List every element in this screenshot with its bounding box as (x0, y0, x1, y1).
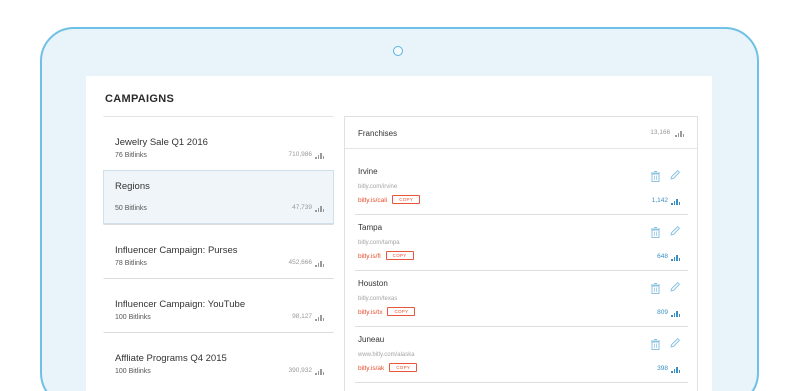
bar-chart-icon (671, 198, 681, 205)
bitlink-click-value: 648 (657, 253, 668, 260)
bar-chart-icon (675, 130, 685, 137)
campaign-click-count: 390,932 (289, 367, 326, 375)
bar-chart-icon (315, 368, 325, 375)
panel-title: Franchises (358, 129, 398, 138)
app-screen: CAMPAIGNS Jewelry Sale Q1 2016 76 Bitlink… (86, 76, 712, 391)
campaign-item[interactable]: Regions 50 Bitlinks 47,739 (103, 170, 334, 224)
bitlink-long-url: www.bitly.com/alaska (358, 352, 415, 358)
pencil-icon[interactable] (669, 168, 681, 186)
bitlink-long-url: bitly.com/texas (358, 296, 398, 302)
campaign-item[interactable]: Jewelry Sale Q1 2016 76 Bitlinks 710,986 (103, 116, 334, 170)
camera-icon (393, 46, 403, 56)
bitlink-short-url[interactable]: bitly.is/ak (358, 365, 384, 372)
panel-click-count: 13,166 (650, 129, 685, 137)
bitlink-title: Juneau (358, 335, 385, 344)
campaign-click-count: 98,127 (292, 313, 325, 321)
bar-chart-icon (315, 260, 325, 267)
bitlink-click-count: 809 (657, 309, 681, 317)
bitlink-short-url-row: bitly.is/fl COPY (358, 251, 414, 260)
trash-icon[interactable] (651, 169, 660, 187)
panel-click-value: 13,166 (650, 129, 671, 136)
bitlink-short-url-row: bitly.is/tx COPY (358, 307, 416, 316)
campaign-click-count: 47,739 (292, 204, 325, 212)
bitlink-short-url[interactable]: bitly.is/fl (358, 253, 381, 260)
campaign-bitlink-count: 76 Bitlinks (115, 152, 147, 159)
copy-button[interactable]: COPY (387, 307, 416, 316)
bitlink-click-value: 809 (657, 309, 668, 316)
bar-chart-icon (315, 152, 325, 159)
bitlink-click-value: 398 (657, 365, 668, 372)
campaign-bitlink-count: 50 Bitlinks (115, 205, 147, 212)
trash-icon[interactable] (651, 337, 660, 355)
bitlink-short-url-row: bitly.is/cali COPY (358, 195, 421, 204)
bitlink-click-count: 1,142 (652, 197, 681, 205)
bitlink-title: Houston (358, 279, 388, 288)
trash-icon[interactable] (651, 225, 660, 243)
campaign-bitlink-count: 78 Bitlinks (115, 260, 147, 267)
campaign-list: Jewelry Sale Q1 2016 76 Bitlinks 710,986 Re… (103, 116, 334, 386)
bitlink-item[interactable]: Irvine bitly.com/irvine bitly.is/cali COPY 1… (355, 159, 688, 215)
bar-chart-icon (671, 310, 681, 317)
campaign-click-value: 390,932 (288, 367, 313, 374)
pencil-icon[interactable] (669, 336, 681, 354)
bitlink-title: Irvine (358, 167, 378, 176)
page-title: CAMPAIGNS (105, 93, 175, 105)
trash-icon[interactable] (651, 281, 660, 299)
campaign-name: Regions (115, 181, 150, 192)
campaign-click-count: 452,666 (289, 259, 326, 267)
campaign-click-value: 47,739 (292, 204, 312, 211)
copy-button[interactable]: COPY (385, 251, 414, 260)
campaign-click-value: 98,127 (292, 313, 312, 320)
bar-chart-icon (315, 205, 325, 212)
bitlink-click-count: 648 (657, 253, 681, 261)
bitlink-item[interactable]: Juneau www.bitly.com/alaska bitly.is/ak COP… (355, 327, 688, 383)
bitlink-item[interactable]: Tampa bitly.com/tampa bitly.is/fl COPY 648 (355, 215, 688, 271)
bitlink-item[interactable]: Houston bitly.com/texas bitly.is/tx COPY 809 (355, 271, 688, 327)
pencil-icon[interactable] (669, 280, 681, 298)
bar-chart-icon (671, 366, 681, 373)
bitlink-title: Tampa (358, 223, 383, 232)
campaign-item[interactable]: Influencer Campaign: Purses 78 Bitlinks 45… (103, 224, 334, 278)
campaign-detail-panel: Franchises 13,166 Irvine bitly.com/irvine… (344, 116, 698, 391)
campaign-name: Affliate Programs Q4 2015 (115, 353, 227, 364)
bitlink-list: Irvine bitly.com/irvine bitly.is/cali COPY 1… (355, 159, 688, 383)
bitlink-short-url-row: bitly.is/ak COPY (358, 363, 418, 372)
campaign-name: Jewelry Sale Q1 2016 (115, 137, 208, 148)
campaign-click-count: 710,986 (289, 151, 326, 159)
campaign-item[interactable]: Affliate Programs Q4 2015 100 Bitlinks 390… (103, 332, 334, 386)
campaign-bitlink-count: 100 Bitlinks (115, 314, 151, 321)
campaign-click-value: 710,986 (288, 151, 313, 158)
campaign-item[interactable]: Influencer Campaign: YouTube 100 Bitlinks… (103, 278, 334, 332)
bitlink-click-value: 1,142 (651, 197, 668, 204)
copy-button[interactable]: COPY (389, 363, 418, 372)
bar-chart-icon (315, 314, 325, 321)
bitlink-click-count: 398 (657, 365, 681, 373)
bitlink-long-url: bitly.com/irvine (358, 184, 398, 190)
bitlink-short-url[interactable]: bitly.is/cali (358, 197, 387, 204)
campaign-click-value: 452,666 (288, 259, 313, 266)
panel-header: Franchises 13,166 (345, 117, 697, 149)
copy-button[interactable]: COPY (392, 195, 421, 204)
campaign-name: Influencer Campaign: Purses (115, 245, 238, 256)
campaign-name: Influencer Campaign: YouTube (115, 299, 246, 310)
bar-chart-icon (671, 254, 681, 261)
bitlink-long-url: bitly.com/tampa (358, 240, 400, 246)
campaign-bitlink-count: 100 Bitlinks (115, 368, 151, 375)
bitlink-short-url[interactable]: bitly.is/tx (358, 309, 382, 316)
pencil-icon[interactable] (669, 224, 681, 242)
